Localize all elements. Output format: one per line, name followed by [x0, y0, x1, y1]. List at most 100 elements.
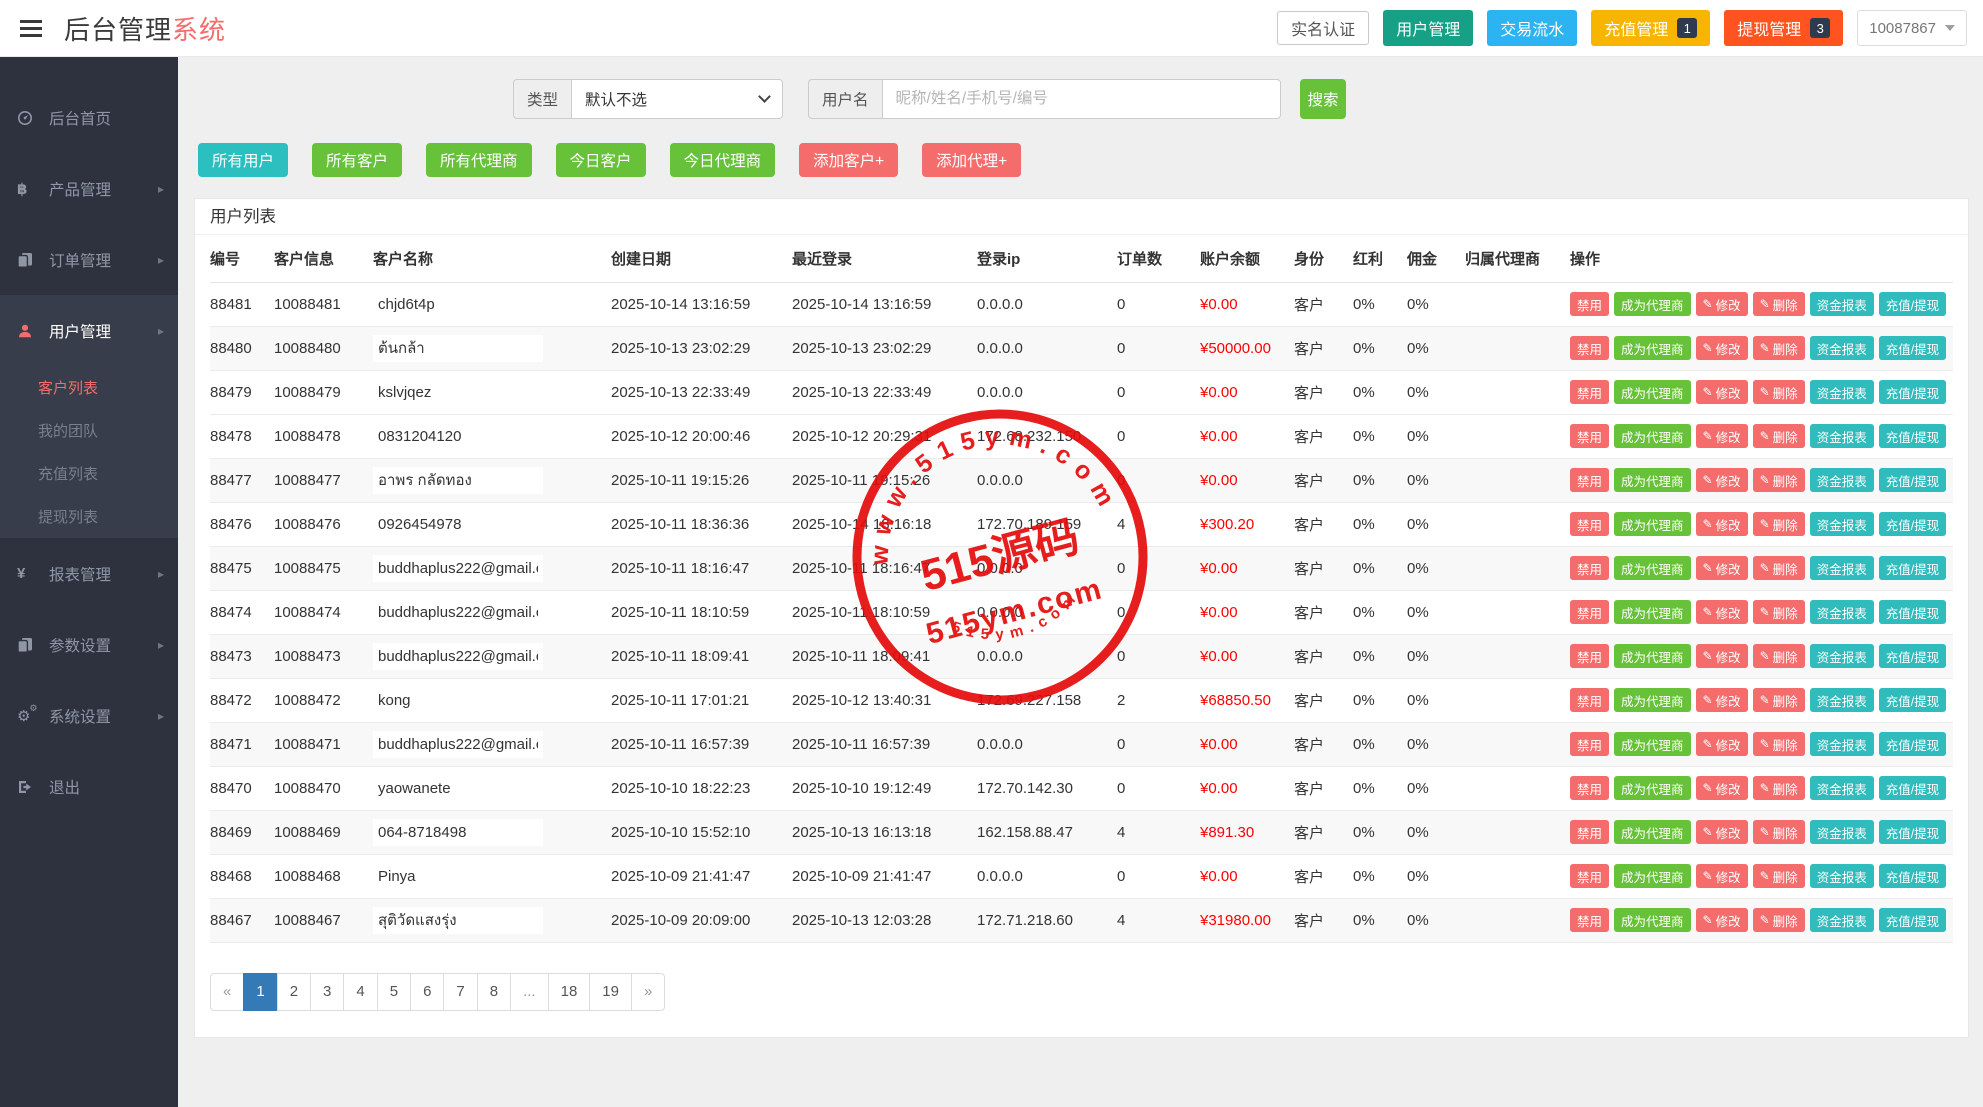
- disable-button[interactable]: 禁用: [1570, 864, 1610, 888]
- disable-button[interactable]: 禁用: [1570, 424, 1610, 448]
- menu-toggle-icon[interactable]: [16, 16, 46, 41]
- recharge-withdraw-button[interactable]: 充值/提现: [1878, 820, 1947, 844]
- sidebar-item-system[interactable]: ⚙ ⚙ 系统设置 ▸: [0, 680, 178, 751]
- page-prev[interactable]: «: [210, 972, 245, 1011]
- page-1[interactable]: 1: [243, 972, 278, 1011]
- edit-button[interactable]: ✎ 修改: [1695, 776, 1748, 800]
- delete-button[interactable]: ✎ 删除: [1752, 776, 1805, 800]
- customer-name-input[interactable]: [373, 290, 543, 318]
- recharge-manage-button[interactable]: 充值管理 1: [1591, 10, 1711, 46]
- disable-button[interactable]: 禁用: [1570, 908, 1610, 932]
- all-agents-button[interactable]: 所有代理商: [426, 143, 532, 177]
- withdraw-manage-button[interactable]: 提现管理 3: [1724, 10, 1844, 46]
- customer-name-input[interactable]: [373, 774, 543, 802]
- disable-button[interactable]: 禁用: [1570, 644, 1610, 668]
- funds-report-button[interactable]: 资金报表: [1809, 864, 1874, 888]
- sidebar-subitem-customer-list[interactable]: 客户列表: [0, 366, 178, 409]
- page-4[interactable]: 4: [343, 972, 378, 1011]
- funds-report-button[interactable]: 资金报表: [1809, 336, 1874, 360]
- recharge-withdraw-button[interactable]: 充值/提现: [1878, 468, 1947, 492]
- delete-button[interactable]: ✎ 删除: [1752, 424, 1805, 448]
- sidebar-item-logout[interactable]: 退出: [0, 751, 178, 822]
- customer-name-input[interactable]: [373, 686, 543, 714]
- page-7[interactable]: 7: [443, 972, 478, 1011]
- become-agent-button[interactable]: 成为代理商: [1614, 864, 1691, 888]
- edit-button[interactable]: ✎ 修改: [1695, 336, 1748, 360]
- edit-button[interactable]: ✎ 修改: [1695, 512, 1748, 536]
- disable-button[interactable]: 禁用: [1570, 820, 1610, 844]
- recharge-withdraw-button[interactable]: 充值/提现: [1878, 600, 1947, 624]
- page-8[interactable]: 8: [476, 972, 512, 1011]
- realname-auth-button[interactable]: 实名认证: [1277, 11, 1370, 45]
- today-customers-button[interactable]: 今日客户: [555, 143, 646, 177]
- all-customers-button[interactable]: 所有客户: [312, 143, 403, 177]
- all-users-button[interactable]: 所有用户: [198, 143, 289, 177]
- funds-report-button[interactable]: 资金报表: [1809, 292, 1874, 316]
- funds-report-button[interactable]: 资金报表: [1809, 688, 1874, 712]
- disable-button[interactable]: 禁用: [1570, 380, 1610, 404]
- customer-name-input[interactable]: [373, 554, 543, 582]
- customer-name-input[interactable]: [373, 862, 543, 890]
- account-dropdown[interactable]: 10087867: [1857, 10, 1967, 46]
- delete-button[interactable]: ✎ 删除: [1752, 688, 1805, 712]
- customer-name-input[interactable]: [373, 466, 543, 494]
- edit-button[interactable]: ✎ 修改: [1695, 600, 1748, 624]
- page-3[interactable]: 3: [310, 972, 345, 1011]
- customer-name-input[interactable]: [373, 598, 543, 626]
- recharge-withdraw-button[interactable]: 充值/提现: [1878, 292, 1947, 316]
- sidebar-subitem-recharge-list[interactable]: 充值列表: [0, 452, 178, 495]
- disable-button[interactable]: 禁用: [1570, 600, 1610, 624]
- sidebar-item-orders[interactable]: 订单管理 ▸: [0, 224, 178, 295]
- delete-button[interactable]: ✎ 删除: [1752, 908, 1805, 932]
- sidebar-item-products[interactable]: ฿ 产品管理 ▸: [0, 153, 178, 224]
- recharge-withdraw-button[interactable]: 充值/提现: [1878, 864, 1947, 888]
- recharge-withdraw-button[interactable]: 充值/提现: [1878, 688, 1947, 712]
- become-agent-button[interactable]: 成为代理商: [1614, 600, 1691, 624]
- disable-button[interactable]: 禁用: [1570, 732, 1610, 756]
- become-agent-button[interactable]: 成为代理商: [1614, 380, 1691, 404]
- delete-button[interactable]: ✎ 删除: [1752, 644, 1805, 668]
- customer-name-input[interactable]: [373, 642, 543, 670]
- edit-button[interactable]: ✎ 修改: [1695, 292, 1748, 316]
- customer-name-input[interactable]: [373, 906, 543, 934]
- funds-report-button[interactable]: 资金报表: [1809, 468, 1874, 492]
- user-manage-button[interactable]: 用户管理: [1383, 10, 1474, 46]
- disable-button[interactable]: 禁用: [1570, 776, 1610, 800]
- edit-button[interactable]: ✎ 修改: [1695, 644, 1748, 668]
- edit-button[interactable]: ✎ 修改: [1695, 468, 1748, 492]
- become-agent-button[interactable]: 成为代理商: [1614, 512, 1691, 536]
- customer-name-input[interactable]: [373, 818, 543, 846]
- customer-name-input[interactable]: [373, 334, 543, 362]
- transaction-flow-button[interactable]: 交易流水: [1487, 10, 1578, 46]
- disable-button[interactable]: 禁用: [1570, 556, 1610, 580]
- page-6[interactable]: 6: [410, 972, 445, 1011]
- disable-button[interactable]: 禁用: [1570, 292, 1610, 316]
- edit-button[interactable]: ✎ 修改: [1695, 732, 1748, 756]
- delete-button[interactable]: ✎ 删除: [1752, 512, 1805, 536]
- add-customer-button[interactable]: 添加客户+: [799, 143, 899, 177]
- delete-button[interactable]: ✎ 删除: [1752, 556, 1805, 580]
- type-select[interactable]: 默认不选: [571, 79, 784, 119]
- funds-report-button[interactable]: 资金报表: [1809, 732, 1874, 756]
- today-agents-button[interactable]: 今日代理商: [669, 143, 776, 177]
- funds-report-button[interactable]: 资金报表: [1809, 424, 1874, 448]
- become-agent-button[interactable]: 成为代理商: [1614, 820, 1691, 844]
- become-agent-button[interactable]: 成为代理商: [1614, 688, 1691, 712]
- page-5[interactable]: 5: [376, 972, 412, 1011]
- funds-report-button[interactable]: 资金报表: [1809, 600, 1874, 624]
- become-agent-button[interactable]: 成为代理商: [1614, 732, 1691, 756]
- recharge-withdraw-button[interactable]: 充值/提现: [1878, 732, 1947, 756]
- delete-button[interactable]: ✎ 删除: [1752, 864, 1805, 888]
- delete-button[interactable]: ✎ 删除: [1752, 820, 1805, 844]
- customer-name-input[interactable]: [373, 510, 543, 538]
- disable-button[interactable]: 禁用: [1570, 468, 1610, 492]
- recharge-withdraw-button[interactable]: 充值/提现: [1878, 380, 1947, 404]
- delete-button[interactable]: ✎ 删除: [1752, 292, 1805, 316]
- edit-button[interactable]: ✎ 修改: [1695, 820, 1748, 844]
- edit-button[interactable]: ✎ 修改: [1695, 688, 1748, 712]
- edit-button[interactable]: ✎ 修改: [1695, 556, 1748, 580]
- sidebar-subitem-my-team[interactable]: 我的团队: [0, 409, 178, 452]
- edit-button[interactable]: ✎ 修改: [1695, 908, 1748, 932]
- sidebar-item-users[interactable]: 用户管理 ▸: [0, 295, 178, 366]
- recharge-withdraw-button[interactable]: 充值/提现: [1878, 644, 1947, 668]
